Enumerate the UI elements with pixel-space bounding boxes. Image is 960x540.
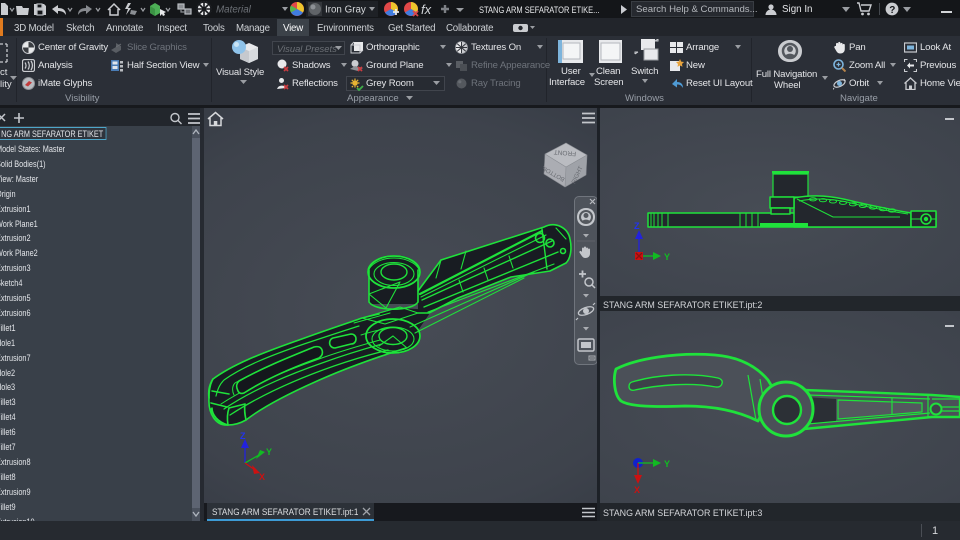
svg-text:Material: Material <box>216 5 252 16</box>
svg-text:Y: Y <box>664 252 670 262</box>
svg-text:Z: Z <box>634 221 640 231</box>
svg-text:X: X <box>259 472 265 482</box>
svg-text:Y: Y <box>664 459 670 469</box>
svg-text:fx: fx <box>421 2 432 17</box>
svg-text:Iron Gray: Iron Gray <box>325 5 366 16</box>
svg-text:X: X <box>634 485 640 495</box>
svg-text:?: ? <box>889 5 895 16</box>
svg-text:Y: Y <box>266 447 272 457</box>
svg-text:Z: Z <box>240 431 246 441</box>
